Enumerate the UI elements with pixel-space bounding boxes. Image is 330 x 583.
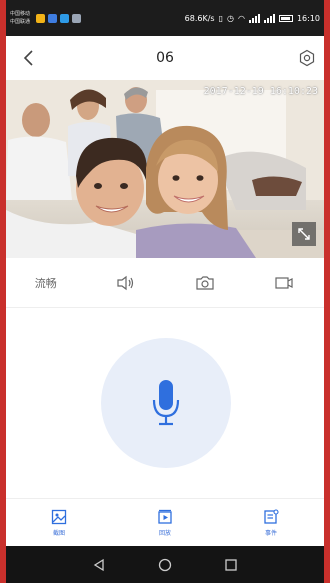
- notification-app-icon: [60, 13, 70, 23]
- vibrate-icon: ▯: [218, 13, 223, 23]
- nav-label: 截图: [52, 529, 65, 537]
- camera-video-feed[interactable]: 2017-12-19 16:10:23: [6, 80, 324, 258]
- signal-icon: [248, 13, 260, 23]
- gallery-icon: [51, 509, 67, 524]
- nav-label: 事件: [264, 529, 277, 537]
- nav-label: 回放: [158, 529, 171, 537]
- playback-controls: 流畅: [6, 258, 324, 308]
- alarm-icon: ◷: [226, 13, 234, 23]
- nav-item-playback[interactable]: 回放: [112, 499, 218, 546]
- back-chevron-icon[interactable]: [20, 48, 38, 68]
- carrier-bottom: 中国联通: [10, 19, 31, 25]
- talk-button[interactable]: [101, 338, 231, 468]
- network-speed: 68.6K/s: [184, 13, 215, 23]
- notification-image-icon: [72, 13, 82, 23]
- system-home-icon[interactable]: [158, 558, 172, 572]
- system-navigation-bar: [6, 546, 324, 583]
- record-button[interactable]: [245, 258, 325, 307]
- intercom-area: [6, 308, 324, 498]
- carrier-top: 中国移动: [10, 11, 31, 17]
- notification-shield-icon: [48, 13, 58, 23]
- playback-icon: [158, 509, 172, 524]
- event-list-icon: [264, 508, 279, 524]
- nav-item-screenshot[interactable]: 截图: [6, 499, 112, 546]
- notification-app-icon: [36, 13, 46, 23]
- carrier-info: 中国移动 中国联通: [10, 10, 30, 26]
- snapshot-button[interactable]: [165, 258, 245, 307]
- phone-frame: 中国移动 中国联通 68.6K/s ▯ ◷ ◠ 16:10 06 2017-12…: [0, 0, 330, 583]
- microphone-icon: [152, 380, 180, 426]
- battery-icon: [278, 14, 293, 22]
- fullscreen-button[interactable]: [292, 222, 316, 246]
- video-frame-image: [6, 80, 324, 258]
- quality-label: 流畅: [34, 276, 57, 290]
- page-title: 06: [156, 50, 174, 66]
- wifi-icon: ◠: [237, 13, 245, 23]
- gear-icon[interactable]: [298, 49, 316, 67]
- bottom-navigation: 截图 回放 事件: [6, 498, 324, 546]
- signal-icon: [263, 13, 275, 23]
- app-header: 06: [6, 36, 324, 80]
- system-recents-icon[interactable]: [224, 558, 238, 572]
- nav-item-events[interactable]: 事件: [218, 499, 324, 546]
- quality-button[interactable]: 流畅: [6, 258, 86, 307]
- clock: 16:10: [296, 13, 320, 23]
- speaker-icon: [117, 275, 134, 290]
- record-icon: [275, 276, 293, 289]
- camera-icon: [196, 275, 214, 290]
- status-bar: 中国移动 中国联通 68.6K/s ▯ ◷ ◠ 16:10: [6, 0, 324, 36]
- video-timestamp: 2017-12-19 16:10:23: [203, 86, 318, 97]
- expand-icon: [298, 228, 310, 240]
- system-back-icon[interactable]: [92, 558, 106, 572]
- speaker-button[interactable]: [86, 258, 166, 307]
